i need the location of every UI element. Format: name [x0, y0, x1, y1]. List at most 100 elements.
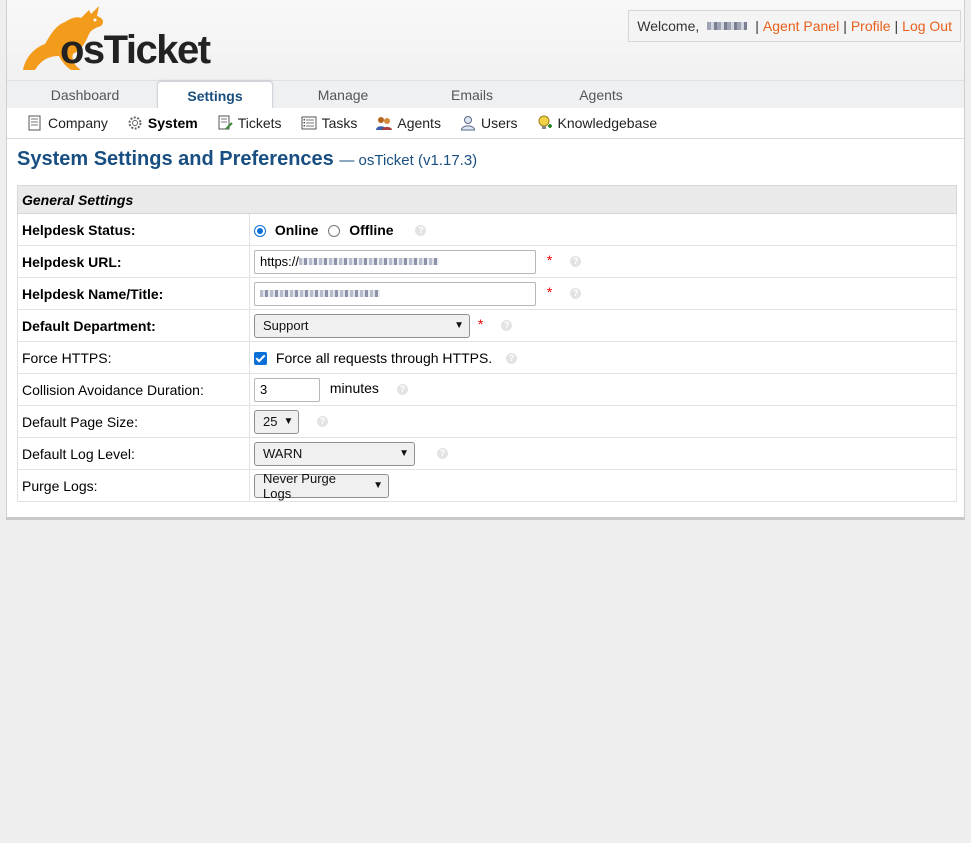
logo[interactable]: osTicket: [15, 4, 225, 74]
collision-field: minutes ?: [249, 373, 957, 406]
helpdesk-url-input[interactable]: https://: [254, 249, 536, 274]
settings-table: General Settings Helpdesk Status: Online…: [17, 185, 957, 502]
default-department-select[interactable]: Support ▼: [254, 313, 470, 338]
log-level-select[interactable]: WARN ▼: [254, 441, 415, 466]
select-value: Never Purge Logs: [263, 470, 336, 501]
logo-text: osTicket: [60, 28, 211, 72]
table-row: Helpdesk URL: https:// * ?: [17, 245, 957, 278]
subnav-label: Tasks: [321, 115, 358, 131]
subnav-label: Knowledgebase: [557, 115, 658, 131]
logout-link[interactable]: Log Out: [902, 18, 952, 34]
profile-link[interactable]: Profile: [851, 18, 891, 34]
help-icon[interactable]: ?: [396, 384, 408, 395]
subnav-users[interactable]: Users: [460, 115, 518, 131]
page-size-select[interactable]: 25 ▼: [254, 409, 299, 434]
helpdesk-name-input[interactable]: [254, 281, 536, 306]
table-row: Default Log Level: WARN ▼ ?: [17, 437, 957, 470]
username-redacted: [707, 22, 748, 30]
default-department-field: Support ▼ * ?: [249, 309, 957, 342]
page-container: osTicket Welcome, | Agent Panel | Profil…: [6, 0, 965, 520]
helpdesk-status-field: Online Offline ?: [249, 213, 957, 246]
force-https-field: Force all requests through HTTPS. ?: [249, 341, 957, 374]
select-value: WARN: [263, 446, 303, 461]
subnav-agents[interactable]: Agents: [376, 115, 441, 131]
table-row: Force HTTPS: Force all requests through …: [17, 341, 957, 374]
subnav-knowledgebase[interactable]: Knowledgebase: [537, 115, 658, 131]
helpdesk-name-field: * ?: [249, 277, 957, 310]
tab-manage[interactable]: Manage: [285, 81, 401, 108]
tab-agents[interactable]: Agents: [543, 81, 659, 108]
help-icon[interactable]: ?: [316, 416, 328, 427]
online-label: Online: [274, 221, 319, 238]
helpdesk-url-field: https:// * ?: [249, 245, 957, 278]
help-icon[interactable]: ?: [436, 448, 448, 459]
chevron-down-icon: ▼: [399, 448, 409, 459]
collision-unit: minutes: [329, 380, 379, 397]
page-size-label: Default Page Size:: [17, 405, 250, 438]
online-radio[interactable]: [254, 224, 266, 237]
force-https-label: Force HTTPS:: [17, 341, 250, 374]
required-mark: *: [546, 252, 553, 269]
name-redacted: [260, 290, 380, 297]
force-https-text: Force all requests through HTTPS.: [275, 349, 493, 366]
table-row: Helpdesk Name/Title: * ?: [17, 277, 957, 310]
agents-icon: [376, 117, 393, 130]
subnav-system[interactable]: System: [127, 115, 198, 131]
table-row: Default Page Size: 25 ▼ ?: [17, 405, 957, 438]
sub-nav: Company System Tickets Tasks Agents User…: [7, 108, 964, 139]
help-icon[interactable]: ?: [570, 256, 582, 267]
section-header-row: General Settings: [17, 185, 957, 214]
required-mark: *: [477, 316, 484, 333]
welcome-text: Welcome,: [637, 18, 700, 34]
url-prefix: https://: [260, 254, 300, 269]
tab-dashboard[interactable]: Dashboard: [7, 81, 163, 108]
table-row: Helpdesk Status: Online Offline ?: [17, 213, 957, 246]
log-level-field: WARN ▼ ?: [249, 437, 957, 470]
subnav-label: Tickets: [237, 115, 282, 131]
knowledgebase-icon: [538, 115, 552, 129]
subnav-tickets[interactable]: Tickets: [217, 115, 282, 131]
gear-icon: [128, 116, 142, 130]
main-nav: Dashboard Settings Manage Emails Agents: [7, 80, 964, 110]
table-row: Purge Logs: Never Purge Logs ▼: [17, 469, 957, 502]
collision-input[interactable]: [254, 377, 320, 402]
subnav-label: Users: [480, 115, 518, 131]
offline-label: Offline: [349, 221, 394, 238]
subnav-company[interactable]: Company: [27, 115, 108, 131]
help-icon[interactable]: ?: [570, 288, 582, 299]
help-icon[interactable]: ?: [506, 353, 518, 365]
purge-logs-label: Purge Logs:: [17, 469, 250, 502]
help-icon[interactable]: ?: [415, 225, 427, 237]
section-title: General Settings: [17, 185, 957, 214]
separator: |: [755, 18, 759, 34]
subnav-tasks[interactable]: Tasks: [301, 115, 358, 131]
chevron-down-icon: ▼: [373, 480, 383, 491]
agent-panel-link[interactable]: Agent Panel: [763, 18, 839, 34]
default-department-label: Default Department:: [17, 309, 250, 342]
tab-emails[interactable]: Emails: [415, 81, 529, 108]
chevron-down-icon: ▼: [283, 416, 294, 427]
subnav-label: System: [147, 115, 198, 131]
tab-settings[interactable]: Settings: [157, 81, 273, 110]
separator: |: [843, 18, 847, 34]
table-row: Collision Avoidance Duration: minutes ?: [17, 373, 957, 406]
table-row: Default Department: Support ▼ * ?: [17, 309, 957, 342]
helpdesk-status-label: Helpdesk Status:: [17, 213, 250, 246]
helpdesk-url-label: Helpdesk URL:: [17, 245, 250, 278]
chevron-down-icon: ▼: [454, 320, 464, 331]
page-title-text: System Settings and Preferences: [17, 148, 334, 170]
select-value: Support: [263, 318, 309, 333]
required-mark: *: [546, 284, 553, 301]
ticket-edit-icon: [218, 115, 233, 130]
help-icon[interactable]: ?: [501, 320, 513, 331]
tasks-icon: [301, 116, 317, 130]
separator: |: [894, 18, 899, 34]
force-https-checkbox[interactable]: [254, 352, 267, 366]
page-version: — osTicket (v1.17.3): [339, 152, 478, 169]
offline-radio[interactable]: [328, 224, 341, 237]
header: osTicket Welcome, | Agent Panel | Profil…: [7, 0, 964, 80]
user-box: Welcome, | Agent Panel | Profile | Log O…: [628, 10, 961, 42]
select-value: 25: [263, 414, 278, 429]
page-title: System Settings and Preferences — osTick…: [17, 148, 477, 171]
purge-logs-select[interactable]: Never Purge Logs ▼: [254, 470, 389, 501]
